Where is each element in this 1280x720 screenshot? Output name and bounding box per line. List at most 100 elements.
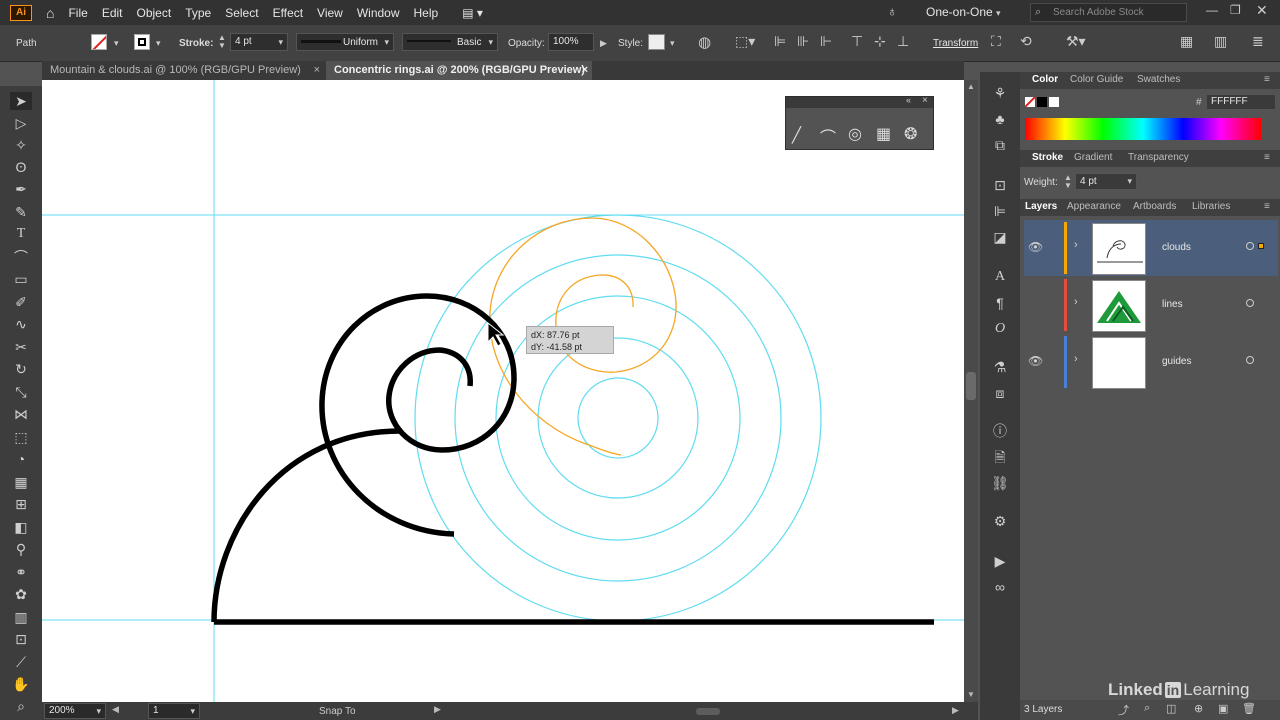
shape-builder-tool-icon[interactable]: ◔ xyxy=(10,450,32,468)
fill-swatch[interactable] xyxy=(91,34,107,50)
hex-field[interactable]: FFFFFF xyxy=(1206,94,1276,110)
menu-edit[interactable]: Edit xyxy=(102,6,123,20)
align-right-icon[interactable]: ⊩ xyxy=(820,33,832,50)
transform-again-icon[interactable]: ⟲ xyxy=(1020,33,1032,50)
hand-tool-icon[interactable]: ✋ xyxy=(10,675,32,693)
expand-chevron-icon[interactable]: › xyxy=(1074,239,1078,251)
graphic-style-swatch[interactable] xyxy=(648,34,665,50)
tab-libraries[interactable]: Libraries xyxy=(1192,201,1230,212)
chevron-right-icon[interactable]: ▶ xyxy=(600,38,607,49)
tab-artboards[interactable]: Artboards xyxy=(1133,201,1176,212)
isolate-icon[interactable]: ⛶ xyxy=(991,33,1001,50)
libraries-link-icon[interactable]: ∞ xyxy=(990,578,1010,596)
line-segment-tool-icon[interactable]: ⌒ xyxy=(10,248,32,266)
character-icon[interactable]: A xyxy=(990,268,1010,286)
type-tool-icon[interactable]: T xyxy=(10,225,32,243)
locate-object-icon[interactable]: ⌕ xyxy=(1144,702,1150,715)
scale-tool-icon[interactable]: ⤡ xyxy=(10,383,32,401)
menu-view[interactable]: View xyxy=(317,6,343,20)
rectangle-tool-icon[interactable]: ▭ xyxy=(10,270,32,288)
scroll-thumb[interactable] xyxy=(966,372,976,400)
stroke-swatch[interactable] xyxy=(134,34,150,50)
visibility-eye-icon[interactable]: 👁 xyxy=(1028,354,1043,368)
transform-panel-icon[interactable]: ⊡ xyxy=(990,176,1010,194)
target-circle-icon[interactable] xyxy=(1246,299,1254,307)
image-trace-icon[interactable]: ⚗ xyxy=(990,358,1010,376)
panel-menu-icon[interactable]: ≡ xyxy=(1264,74,1270,85)
pen-tool-icon[interactable]: ✒ xyxy=(10,180,32,198)
tab-color-guide[interactable]: Color Guide xyxy=(1070,74,1123,85)
expand-chevron-icon[interactable]: › xyxy=(1074,296,1078,308)
chevron-down-icon[interactable]: ▾ xyxy=(670,38,675,49)
settings-gear-icon[interactable]: ⚙ xyxy=(990,512,1010,530)
graphic-styles-icon[interactable]: ⧈ xyxy=(990,384,1010,402)
symbol-sprayer-tool-icon[interactable]: ✿ xyxy=(10,585,32,603)
zoom-tool-icon[interactable]: ⌕ xyxy=(10,697,32,715)
opacity-field[interactable]: 100% xyxy=(548,33,594,51)
layer-row-guides[interactable]: 👁 › guides xyxy=(1024,334,1278,390)
black-swatch[interactable] xyxy=(1037,97,1047,107)
delete-layer-icon[interactable]: 🗑 xyxy=(1242,702,1256,715)
eraser-tool-icon[interactable]: ✂ xyxy=(10,338,32,356)
new-layer-icon[interactable]: ▣ xyxy=(1218,702,1228,715)
workspace-switcher[interactable]: One-on-One ▾ xyxy=(926,5,1001,19)
weight-stepper-icon[interactable]: ▲ ▼ xyxy=(1064,174,1072,190)
puppet-icon[interactable]: ⚘ xyxy=(990,84,1010,102)
prev-artboard-icon[interactable]: ◀ xyxy=(112,704,119,715)
layer-row-clouds[interactable]: 👁 › clouds xyxy=(1024,220,1278,276)
tab-swatches[interactable]: Swatches xyxy=(1137,74,1180,85)
perspective-grid-tool-icon[interactable]: ▦ xyxy=(10,473,32,491)
expand-chevron-icon[interactable]: › xyxy=(1074,353,1078,365)
panel-menu-icon[interactable]: ≡ xyxy=(1264,201,1270,212)
close-window-icon[interactable]: ✕ xyxy=(1256,2,1268,19)
export-icon[interactable]: ⤴ xyxy=(1118,702,1129,718)
asset-export-icon[interactable]: ⧉ xyxy=(990,136,1010,154)
snap-to-label[interactable]: Snap To xyxy=(319,706,356,717)
eyedropper-tool-icon[interactable]: ⚲ xyxy=(10,540,32,558)
symbols-icon[interactable]: ♣ xyxy=(990,110,1010,128)
scroll-down-icon[interactable]: ▼ xyxy=(967,690,975,699)
target-circle-icon[interactable] xyxy=(1246,356,1254,364)
close-panel-icon[interactable]: × xyxy=(922,95,928,106)
vertical-scrollbar[interactable]: ▲ ▼ xyxy=(964,80,978,702)
white-swatch[interactable] xyxy=(1049,97,1059,107)
tab-color[interactable]: Color xyxy=(1032,74,1058,85)
tab-gradient[interactable]: Gradient xyxy=(1074,152,1112,163)
width-tool-icon[interactable]: ⋈ xyxy=(10,405,32,423)
opentype-icon[interactable]: O xyxy=(990,320,1010,338)
gradient-tool-icon[interactable]: ◧ xyxy=(10,518,32,536)
status-menu-icon[interactable]: ▶ xyxy=(434,704,441,715)
variable-width-profile[interactable]: Uniform ▾ xyxy=(296,33,394,51)
horizontal-scroll-thumb[interactable] xyxy=(696,708,720,715)
artboard-field[interactable]: 1 ▾ xyxy=(148,703,200,719)
new-sublayer-icon[interactable]: ⊕ xyxy=(1194,702,1203,715)
mesh-tool-icon[interactable]: ⊞ xyxy=(10,495,32,513)
align-to-icon[interactable]: ⬚▾ xyxy=(735,33,755,50)
info-icon[interactable]: ⓘ xyxy=(990,422,1010,440)
arc-tool-icon[interactable]: ⌒ xyxy=(820,124,836,148)
target-circle-icon[interactable] xyxy=(1246,242,1254,250)
selection-tool-icon[interactable]: ➤ xyxy=(10,92,32,110)
panel-menu-icon[interactable]: ≡ xyxy=(1264,152,1270,163)
lasso-tool-icon[interactable]: ʘ xyxy=(10,158,32,176)
artboard-tool-icon[interactable]: ⊡ xyxy=(10,630,32,648)
tab-concentric-rings[interactable]: Concentric rings.ai @ 200% (RGB/GPU Prev… xyxy=(326,61,592,80)
menu-type[interactable]: Type xyxy=(185,6,211,20)
magic-wand-tool-icon[interactable]: ✧ xyxy=(10,136,32,154)
links-icon[interactable]: ⛓ xyxy=(990,474,1010,492)
recolor-artwork-icon[interactable]: ◍ xyxy=(698,33,711,51)
direct-selection-tool-icon[interactable]: ▷ xyxy=(10,114,32,132)
stroke-dropdown-icon[interactable]: ▾ xyxy=(156,38,161,49)
artboard-canvas[interactable]: dX: 87.76 pt dY: -41.58 pt xyxy=(42,80,964,702)
blend-tool-icon[interactable]: ⚭ xyxy=(10,563,32,581)
lightbulb-icon[interactable]: ♁ xyxy=(887,3,898,19)
document-info-icon[interactable]: 🗎 xyxy=(990,448,1010,466)
column-graph-tool-icon[interactable]: ▥ xyxy=(10,608,32,626)
tab-mountain-clouds[interactable]: Mountain & clouds.ai @ 100% (RGB/GPU Pre… xyxy=(42,61,320,80)
menu-effect[interactable]: Effect xyxy=(273,6,303,20)
stroke-stepper-icon[interactable]: ▲ ▼ xyxy=(218,34,226,50)
polar-grid-tool-icon[interactable]: ❂ xyxy=(904,124,917,144)
free-transform-tool-icon[interactable]: ⬚ xyxy=(10,428,32,446)
close-tab-icon[interactable]: × xyxy=(314,61,320,80)
none-swatch-icon[interactable] xyxy=(1025,97,1035,107)
